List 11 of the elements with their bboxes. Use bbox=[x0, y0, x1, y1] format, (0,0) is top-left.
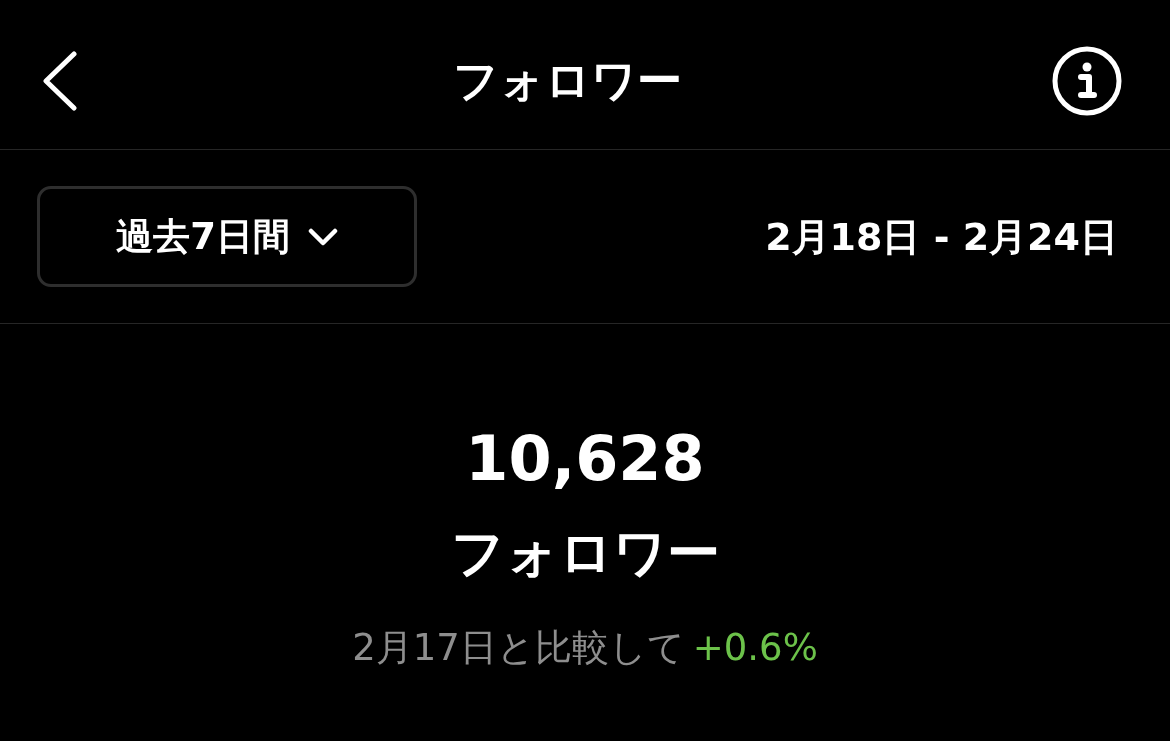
comparison-text: 2月17日と比較して bbox=[352, 629, 685, 666]
follower-label: フォロワー bbox=[450, 526, 720, 579]
page-title: フォロワー bbox=[452, 58, 682, 103]
info-button[interactable] bbox=[1052, 45, 1122, 116]
period-dropdown[interactable]: 過去7日間 bbox=[37, 186, 417, 287]
chevron-down-icon bbox=[307, 227, 338, 246]
change-percent: +0.6% bbox=[692, 629, 818, 666]
follower-count: 10,628 bbox=[465, 428, 705, 490]
info-icon bbox=[1052, 45, 1122, 116]
date-range: 2月18日 - 2月24日 bbox=[765, 217, 1118, 256]
back-chevron-icon bbox=[42, 50, 78, 111]
